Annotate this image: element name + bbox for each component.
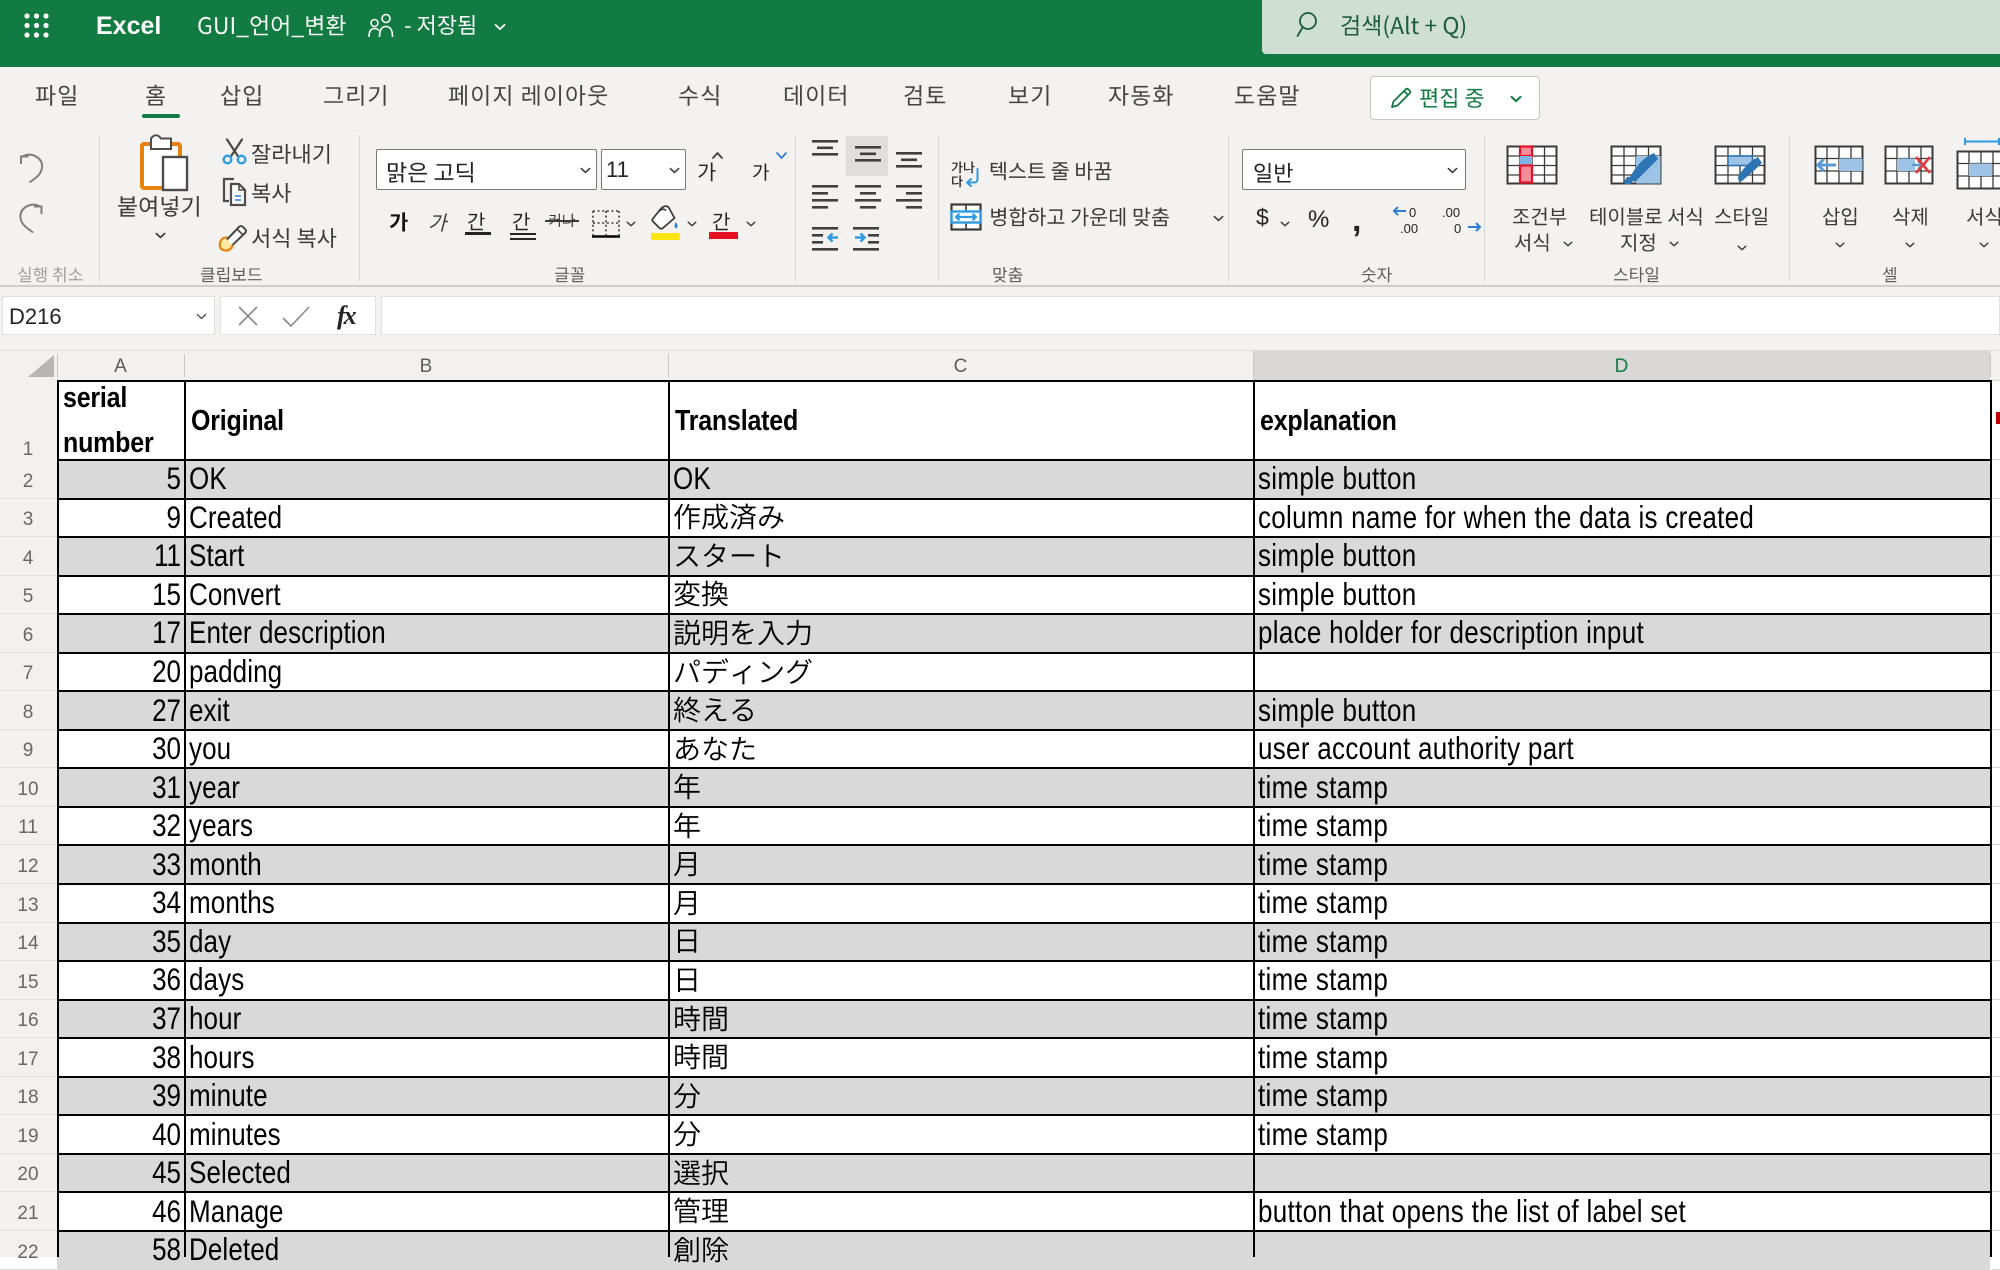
svg-text:.00: .00 bbox=[1442, 205, 1460, 220]
svg-text:0: 0 bbox=[1409, 205, 1416, 220]
svg-text:.00: .00 bbox=[1400, 221, 1418, 234]
svg-text:0: 0 bbox=[1454, 221, 1461, 234]
